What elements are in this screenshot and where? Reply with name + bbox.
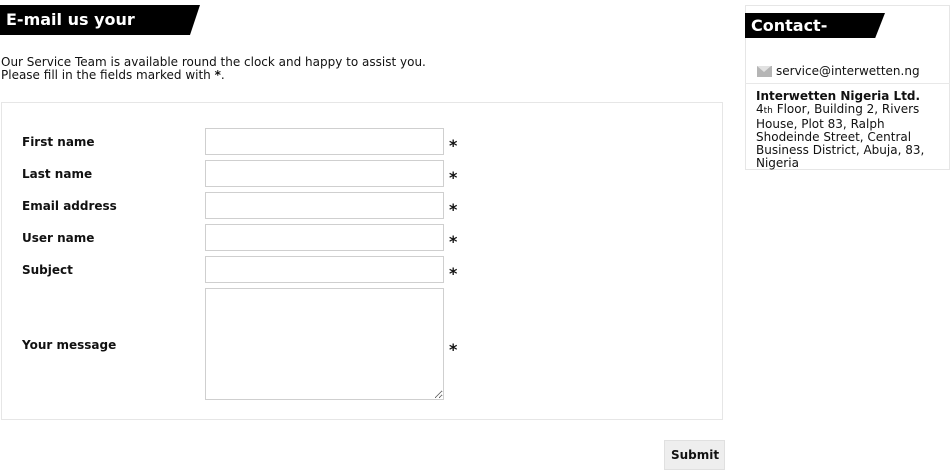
email-address-label: Email address bbox=[22, 199, 117, 213]
first-name-input[interactable] bbox=[205, 128, 444, 155]
user-name-input[interactable] bbox=[205, 224, 444, 251]
user-name-required-marker: * bbox=[449, 232, 458, 251]
message-label: Your message bbox=[22, 338, 117, 352]
subject-input[interactable] bbox=[205, 256, 444, 283]
email-address-input[interactable] bbox=[205, 192, 444, 219]
subject-required-marker: * bbox=[449, 264, 458, 283]
intro-line-2-suffix: . bbox=[220, 68, 225, 82]
form-title: E-mail us your opinion bbox=[0, 5, 200, 35]
user-name-label: User name bbox=[22, 231, 95, 245]
message-textarea[interactable] bbox=[205, 288, 444, 400]
address-ordinal: th bbox=[763, 106, 773, 116]
first-name-label: First name bbox=[22, 135, 95, 149]
last-name-label: Last name bbox=[22, 167, 93, 181]
message-required-marker: * bbox=[449, 340, 458, 359]
submit-button[interactable]: Submit bbox=[664, 440, 725, 470]
intro-line-2-prefix: Please fill in the fields marked with bbox=[1, 68, 211, 82]
email-address-required-marker: * bbox=[449, 200, 458, 219]
address-number: 4 bbox=[756, 102, 764, 116]
first-name-required-marker: * bbox=[449, 136, 458, 155]
intro-line-2: Please fill in the fields marked with *. bbox=[1, 69, 426, 82]
envelope-icon bbox=[757, 65, 772, 77]
last-name-required-marker: * bbox=[449, 168, 458, 187]
contact-address: Interwetten Nigeria Ltd. 4th Floor, Buil… bbox=[756, 90, 944, 170]
contact-email-row[interactable]: service@interwetten.ng bbox=[757, 64, 920, 78]
contact-divider bbox=[745, 83, 950, 84]
contact-centre-title: Contact-Centre bbox=[745, 13, 885, 38]
last-name-input[interactable] bbox=[205, 160, 444, 187]
address-text: Floor, Building 2, Rivers House, Plot 83… bbox=[756, 102, 925, 170]
subject-label: Subject bbox=[22, 263, 73, 277]
intro-text: Our Service Team is available round the … bbox=[1, 56, 426, 82]
contact-email-link[interactable]: service@interwetten.ng bbox=[776, 64, 920, 78]
